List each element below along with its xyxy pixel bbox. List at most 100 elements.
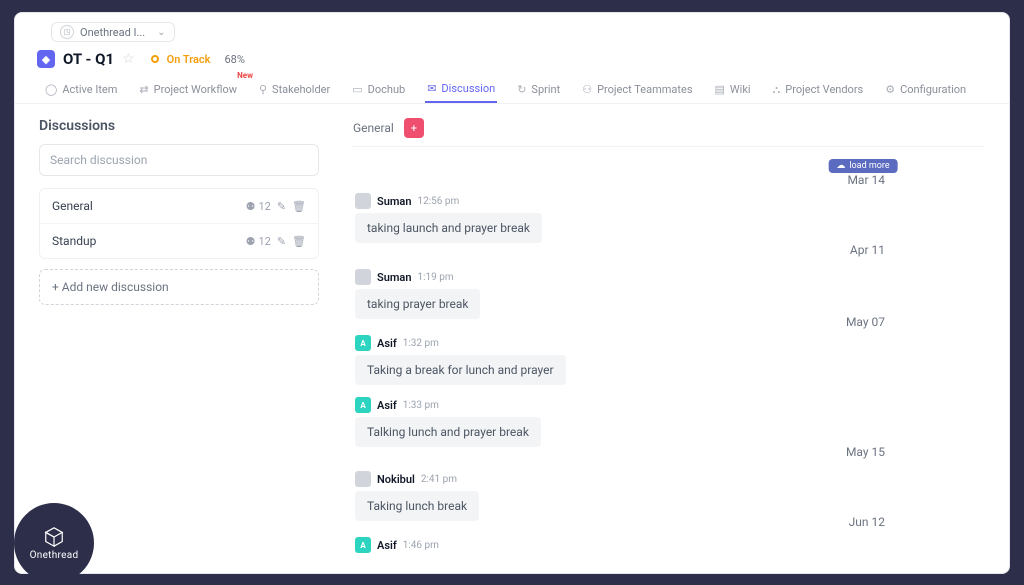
chat-title: General — [353, 121, 394, 135]
tab-discussion[interactable]: ✉ Discussion — [425, 76, 497, 103]
cloud-icon: ☁ — [836, 161, 845, 171]
load-more-label: load more — [849, 161, 889, 171]
tab-configuration[interactable]: ⚙ Configuration — [883, 77, 968, 102]
sidebar: Discussions General ⚉ 12 ✎ 🗑 — [15, 104, 335, 554]
add-discussion-label: + Add new discussion — [52, 280, 169, 294]
avatar — [355, 471, 371, 487]
project-selector-label: Onethread I... — [80, 26, 145, 39]
message-time: 12:56 pm — [417, 196, 459, 207]
project-selector-logo: ◳ — [60, 25, 74, 39]
add-member-button[interactable]: + — [404, 118, 424, 138]
date-marker: May 15 — [846, 445, 885, 459]
member-count: ⚉ 12 — [246, 200, 271, 213]
status-dot-icon — [151, 55, 159, 63]
message: Suman 1:19 pm taking prayer break — [353, 263, 480, 333]
message-bubble: taking launch and prayer break — [355, 213, 542, 243]
project-selector[interactable]: ◳ Onethread I... ⌄ — [51, 22, 175, 42]
people-icon: ⚉ — [246, 235, 256, 248]
discussion-item-general[interactable]: General ⚉ 12 ✎ 🗑 — [40, 189, 318, 224]
tab-dochub[interactable]: ▭ Dochub — [350, 77, 407, 102]
message: Nokibul 2:41 pm Taking lunch break — [353, 465, 479, 535]
avatar: A — [355, 397, 371, 413]
message-time: 1:46 pm — [403, 540, 439, 551]
app-frame: ◳ Onethread I... ⌄ ◆ OT - Q1 ☆ On Track … — [0, 0, 1024, 585]
tab-project-teammates[interactable]: ⚇ Project Teammates — [580, 77, 694, 102]
chat-header: General + — [351, 118, 985, 147]
tab-wiki[interactable]: ▤ Wiki — [713, 77, 753, 102]
date-marker: Jun 12 — [849, 515, 885, 529]
tab-stakeholder[interactable]: ⚲ Stakeholder — [257, 77, 332, 102]
book-icon: ▤ — [715, 83, 725, 96]
edit-icon[interactable]: ✎ — [277, 200, 286, 213]
avatar — [355, 193, 371, 209]
brand-cube-icon — [43, 526, 65, 548]
discussion-item-standup[interactable]: Standup ⚉ 12 ✎ 🗑 — [40, 224, 318, 258]
message-bubble: taking prayer break — [355, 289, 480, 319]
message: A Asif 1:33 pm Talking lunch and prayer … — [353, 391, 541, 461]
load-more-wrap: ☁ load more — [828, 153, 897, 173]
sender-name: Asif — [377, 399, 397, 412]
message-time: 1:33 pm — [403, 400, 439, 411]
tab-project-workflow[interactable]: ⇄ Project Workflow New — [137, 77, 239, 102]
sender-name: Nokibul — [377, 473, 415, 486]
project-icon: ◆ — [37, 50, 55, 68]
tab-label: Project Teammates — [597, 83, 692, 96]
tab-label: Dochub — [368, 83, 406, 96]
project-header: ◆ OT - Q1 ☆ On Track 68% — [15, 42, 1009, 72]
tab-project-vendors[interactable]: ⛬ Project Vendors — [771, 77, 866, 103]
stakeholder-icon: ⚲ — [259, 83, 267, 96]
member-count: ⚉ 12 — [246, 235, 271, 248]
date-marker: May 07 — [846, 315, 885, 329]
message-bubble: Taking lunch break — [355, 491, 479, 521]
delete-icon[interactable]: 🗑 — [292, 200, 306, 213]
avatar: A — [355, 537, 371, 553]
message-time: 2:41 pm — [421, 474, 457, 485]
message: A Asif 1:46 pm Taking lunch and prayer b… — [353, 531, 538, 554]
tab-label: Configuration — [900, 83, 966, 96]
status-label: On Track — [167, 53, 211, 66]
message-bubble: Talking lunch and prayer break — [355, 417, 541, 447]
check-circle-icon: ◯ — [45, 83, 57, 96]
progress-percent: 68% — [224, 53, 244, 66]
tabs: ◯ Active Item ⇄ Project Workflow New ⚲ S… — [15, 72, 1009, 104]
gear-icon: ⚙ — [885, 83, 895, 96]
load-more-button[interactable]: ☁ load more — [828, 159, 897, 173]
vendors-icon: ⛬ — [773, 83, 781, 97]
edit-icon[interactable]: ✎ — [277, 235, 286, 248]
date-marker: Apr 11 — [850, 243, 885, 257]
people-icon: ⚉ — [246, 200, 256, 213]
tab-label: Wiki — [730, 83, 751, 96]
new-badge: New — [237, 71, 253, 80]
tab-label: Discussion — [441, 82, 495, 95]
teammates-icon: ⚇ — [582, 83, 592, 96]
sprint-icon: ↻ — [517, 83, 526, 96]
date-marker: Mar 14 — [847, 173, 885, 187]
app-window: ◳ Onethread I... ⌄ ◆ OT - Q1 ☆ On Track … — [14, 12, 1010, 574]
brand-name: Onethread — [30, 550, 79, 561]
chat-scroll[interactable]: ☁ load more Mar 14 Apr 11 May 07 May 15 … — [351, 147, 985, 554]
discussion-tools: ⚉ 12 ✎ 🗑 — [246, 235, 306, 248]
message-time: 1:32 pm — [403, 338, 439, 349]
add-discussion-button[interactable]: + Add new discussion — [39, 269, 319, 305]
chat-panel: General + ☁ load more Mar 14 Apr 11 — [335, 104, 1009, 554]
message: Suman 12:56 pm taking launch and prayer … — [353, 187, 542, 257]
delete-icon[interactable]: 🗑 — [292, 235, 306, 248]
chat-icon: ✉ — [427, 82, 436, 95]
tab-label: Sprint — [531, 83, 560, 96]
chevron-down-icon: ⌄ — [157, 27, 165, 38]
sender-name: Suman — [377, 195, 411, 208]
favorite-star-icon[interactable]: ☆ — [122, 51, 135, 67]
avatar — [355, 269, 371, 285]
avatar: A — [355, 335, 371, 351]
search-input[interactable] — [39, 144, 319, 176]
tab-sprint[interactable]: ↻ Sprint — [515, 77, 562, 102]
message-bubble: Taking a break for lunch and prayer — [355, 355, 566, 385]
tab-active-item[interactable]: ◯ Active Item — [43, 77, 119, 102]
workflow-icon: ⇄ — [139, 83, 148, 96]
brand-badge: Onethread — [14, 503, 94, 583]
tab-label: Stakeholder — [272, 83, 330, 96]
sidebar-title: Discussions — [39, 118, 319, 134]
tab-label: Project Vendors — [785, 83, 863, 96]
topbar: ◳ Onethread I... ⌄ — [15, 13, 1009, 42]
discussion-tools: ⚉ 12 ✎ 🗑 — [246, 200, 306, 213]
